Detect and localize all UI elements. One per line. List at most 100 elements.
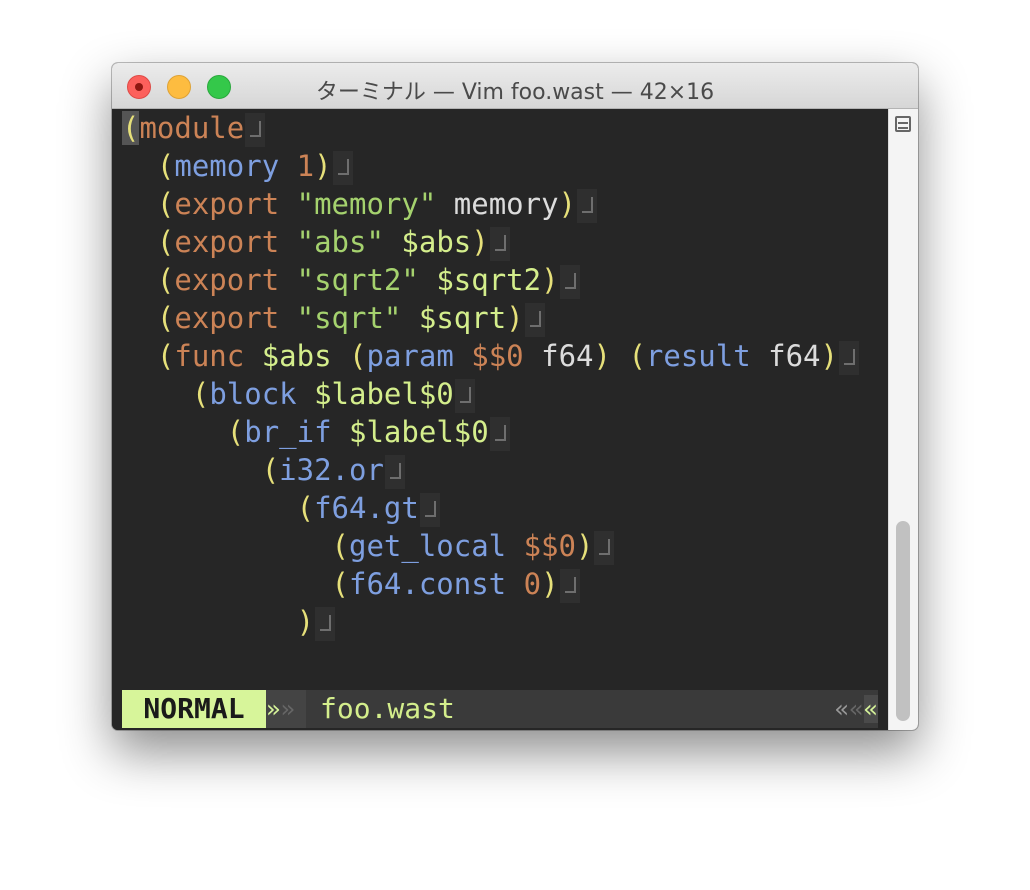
code-token: export [174,263,280,297]
code-token: "memory" [296,187,437,221]
code-token: i32.or [279,453,384,487]
code-token: $abs [261,339,332,373]
code-token: ( [331,567,349,601]
code-line[interactable]: (export "memory" memory) [122,185,597,223]
return-icon [245,113,266,147]
code-line[interactable]: (export "abs" $abs) [122,223,510,261]
return-icon [384,455,405,489]
code-token: ) [593,339,611,373]
return-icon [489,417,510,451]
statusline-separator-left: ««« [835,690,878,728]
code-token: 0 [523,567,542,601]
return-icon [315,607,336,641]
code-token: export [174,225,280,259]
code-token: param [366,339,454,373]
separator-left-1: « [834,695,850,723]
code-line[interactable]: (f64.gt [122,489,440,527]
code-token: $label$0 [349,415,489,449]
terminal-window: ターミナル — Vim foo.wast — 42×16 (module (me… [112,63,918,730]
code-line[interactable]: (br_if $label$0 [122,413,510,451]
statusline-separator-right: »» [266,690,306,728]
code-token: ) [296,605,315,639]
code-token: f64.gt [314,491,419,525]
code-token: $abs [401,225,472,259]
return-icon [419,493,440,527]
code-line[interactable]: (block $label$0 [122,375,475,413]
separator-left-2: « [849,695,864,723]
return-icon [559,569,580,603]
code-token: ) [506,301,524,335]
code-line[interactable]: (i32.or [122,451,405,489]
code-token: ( [156,301,175,335]
return-icon [559,265,580,299]
code-line[interactable]: (export "sqrt2" $sqrt2) [122,261,580,299]
code-line[interactable]: (module [122,109,266,147]
return-icon [332,151,353,185]
separator-arrow-dim: » [280,695,295,723]
code-token: ( [191,377,210,411]
code-token: export [174,187,280,221]
code-token: "sqrt2" [296,263,419,297]
code-token: ( [156,149,175,183]
code-token: export [174,301,280,335]
code-line[interactable]: (func $abs (param $$0 f64) (result f64) [122,337,859,375]
code-token: get_local [348,529,507,563]
code-token: ( [261,453,280,487]
return-icon [577,189,597,223]
separator-arrow: » [266,695,281,723]
code-token: "sqrt" [296,301,402,335]
text-cursor: ( [122,111,140,145]
separator-left-3: « [863,695,878,723]
scrollbar-thumb[interactable] [896,521,910,721]
code-line[interactable]: (f64.const 0) [122,565,580,603]
code-token: ( [156,225,175,259]
code-token: ( [226,415,245,449]
code-token: 1 [296,149,315,183]
return-icon [454,379,475,413]
mode-indicator: NORMAL [122,690,266,728]
code-token: ) [541,567,559,601]
code-token: ( [156,339,175,373]
code-token: ) [314,149,332,183]
vim-editor[interactable]: (module (memory 1) (export "memory" memo… [112,109,888,730]
code-token: ) [541,263,559,297]
code-line[interactable]: ) [122,603,336,641]
code-token: br_if [244,415,332,449]
vertical-scrollbar[interactable] [888,109,918,730]
code-token: ) [471,225,489,259]
code-token: $sqrt [418,301,507,335]
code-line[interactable]: (memory 1) [122,147,353,185]
code-token: module [139,111,245,145]
code-line[interactable]: (export "sqrt" $sqrt) [122,299,545,337]
split-view-icon[interactable] [895,116,911,132]
code-token: ( [331,529,349,563]
return-icon [838,341,859,375]
code-line[interactable]: (get_local $$0) [122,527,615,565]
code-token: func [174,339,245,373]
title-bar[interactable]: ターミナル — Vim foo.wast — 42×16 [112,63,918,109]
code-token: ( [156,187,175,221]
code-token: $$0 [523,529,576,563]
code-token: $label$0 [314,377,454,411]
